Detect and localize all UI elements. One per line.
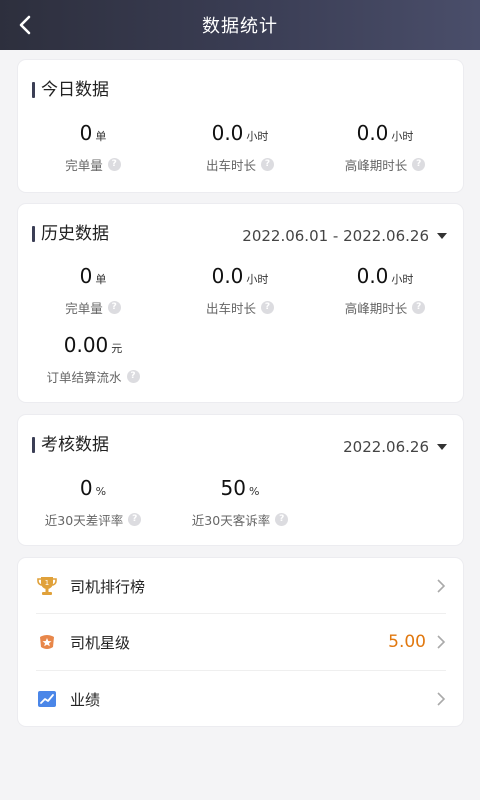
chevron-right-icon bbox=[437, 579, 446, 593]
stat-label: 出车时长 bbox=[205, 301, 256, 316]
date-range-text: 2022.06.01 - 2022.06.26 bbox=[242, 227, 429, 245]
today-stat-drive-time: 0.0 小时 出车时长? bbox=[170, 121, 310, 174]
star-level-value: 5.00 bbox=[388, 632, 426, 652]
stat-unit: % bbox=[95, 485, 107, 498]
history-stat-peak-time: 0.0 小时 高峰期时长? bbox=[315, 264, 455, 317]
menu-item-label: 司机排行榜 bbox=[70, 577, 146, 596]
stat-label: 完单量 bbox=[65, 158, 103, 173]
stat-label-row: 近30天差评率? bbox=[23, 510, 163, 529]
stat-label: 高峰期时长 bbox=[344, 301, 408, 316]
stat-unit: 小时 bbox=[391, 130, 414, 143]
menu-list-card: 1 司机排行榜 司机星级 5.00 业绩 bbox=[18, 558, 463, 726]
stat-number: 0 bbox=[79, 121, 93, 145]
stat-value: 0单 bbox=[23, 121, 163, 149]
today-stat-peak-time: 0.0 小时 高峰期时长? bbox=[315, 121, 455, 174]
history-stat-revenue: 0.00 元 订单结算流水? bbox=[23, 333, 163, 386]
assessment-card-title: 考核数据 bbox=[32, 435, 109, 455]
history-stat-drive-time: 0.0 小时 出车时长? bbox=[170, 264, 310, 317]
svg-text:1: 1 bbox=[45, 579, 49, 587]
stat-unit: 元 bbox=[111, 342, 123, 355]
stat-label: 订单结算流水 bbox=[46, 370, 122, 385]
stat-label: 近30天差评率 bbox=[44, 513, 124, 528]
assessment-date-picker[interactable]: 2022.06.26 bbox=[343, 437, 447, 457]
stat-number: 0 bbox=[79, 264, 93, 288]
menu-item-driver-star-level[interactable]: 司机星级 5.00 bbox=[36, 614, 446, 670]
stat-unit: 单 bbox=[95, 273, 107, 286]
stat-label: 高峰期时长 bbox=[344, 158, 408, 173]
trend-chart-icon bbox=[36, 688, 58, 710]
stat-value: 0.0 小时 bbox=[170, 121, 310, 149]
nav-bar: 数据统计 bbox=[0, 0, 480, 50]
today-card-header: 今日数据 bbox=[18, 60, 463, 120]
stat-value: 0.0 小时 bbox=[315, 264, 455, 292]
stat-value: 0单 bbox=[23, 264, 163, 292]
stat-value: 50% bbox=[170, 476, 310, 504]
assessment-stat-bad-review-rate: 0% 近30天差评率? bbox=[23, 476, 163, 529]
assessment-stat-complaint-rate: 50% 近30天客诉率? bbox=[170, 476, 310, 529]
back-arrow-icon bbox=[19, 15, 31, 35]
chevron-right-icon bbox=[437, 692, 446, 706]
stat-unit: 单 bbox=[95, 130, 107, 143]
history-date-range-picker[interactable]: 2022.06.01 - 2022.06.26 bbox=[242, 226, 447, 246]
help-icon[interactable]: ? bbox=[261, 301, 274, 314]
help-icon[interactable]: ? bbox=[107, 301, 121, 314]
chevron-right-icon bbox=[437, 635, 446, 649]
stat-label: 近30天客诉率 bbox=[191, 513, 271, 528]
stat-number: 0.0 bbox=[356, 264, 389, 288]
stat-unit: 小时 bbox=[391, 273, 414, 286]
stat-value: 0% bbox=[23, 476, 163, 504]
stat-number: 0.0 bbox=[211, 264, 244, 288]
help-icon[interactable]: ? bbox=[412, 158, 426, 171]
help-icon[interactable]: ? bbox=[126, 370, 140, 383]
stat-unit: % bbox=[249, 485, 260, 498]
help-icon[interactable]: ? bbox=[128, 513, 142, 526]
help-icon[interactable]: ? bbox=[412, 301, 426, 314]
stat-unit: 小时 bbox=[246, 130, 269, 143]
stat-number: 50 bbox=[220, 476, 246, 500]
stat-label: 完单量 bbox=[65, 301, 103, 316]
page-title: 数据统计 bbox=[202, 16, 278, 37]
help-icon[interactable]: ? bbox=[261, 158, 274, 171]
assessment-data-card: 考核数据 2022.06.26 0% 近30天差评率? 50% 近30天客诉率? bbox=[18, 415, 463, 545]
menu-item-performance[interactable]: 业绩 bbox=[36, 671, 446, 727]
star-badge-icon bbox=[36, 631, 58, 653]
help-icon[interactable]: ? bbox=[107, 158, 121, 171]
stat-unit: 小时 bbox=[246, 273, 269, 286]
today-data-card: 今日数据 0单 完单量? 0.0 小时 出车时长? 0.0 小时 高峰期时长? bbox=[18, 60, 463, 192]
caret-down-icon bbox=[437, 233, 447, 239]
stat-value: 0.0 小时 bbox=[170, 264, 310, 292]
date-text: 2022.06.26 bbox=[343, 438, 429, 456]
stat-label: 出车时长 bbox=[205, 158, 256, 173]
menu-item-label: 业绩 bbox=[70, 690, 101, 709]
history-stat-orders: 0单 完单量? bbox=[23, 264, 163, 317]
back-button[interactable] bbox=[10, 10, 40, 40]
stat-value: 0.0 小时 bbox=[315, 121, 455, 149]
stat-number: 0.0 bbox=[211, 121, 244, 145]
stat-label-row: 出车时长? bbox=[170, 298, 310, 317]
history-card-title: 历史数据 bbox=[32, 224, 109, 244]
today-stat-orders: 0单 完单量? bbox=[23, 121, 163, 174]
assessment-card-header: 考核数据 2022.06.26 bbox=[18, 415, 463, 475]
stat-label-row: 高峰期时长? bbox=[315, 155, 455, 174]
stat-label-row: 高峰期时长? bbox=[315, 298, 455, 317]
stat-value: 0.00 元 bbox=[23, 333, 163, 361]
stat-number: 0.0 bbox=[356, 121, 389, 145]
history-data-card: 历史数据 2022.06.01 - 2022.06.26 0单 完单量? 0.0… bbox=[18, 204, 463, 402]
stat-label-row: 完单量? bbox=[23, 155, 163, 174]
stat-label-row: 近30天客诉率? bbox=[170, 510, 310, 529]
menu-item-driver-ranking[interactable]: 1 司机排行榜 bbox=[36, 558, 446, 614]
help-icon[interactable]: ? bbox=[275, 513, 289, 526]
stat-label-row: 完单量? bbox=[23, 298, 163, 317]
stat-label-row: 出车时长? bbox=[170, 155, 310, 174]
menu-item-label: 司机星级 bbox=[70, 633, 131, 652]
stat-label-row: 订单结算流水? bbox=[23, 367, 163, 386]
stat-number: 0 bbox=[79, 476, 93, 500]
stat-number: 0.00 bbox=[63, 333, 109, 357]
today-card-title: 今日数据 bbox=[32, 80, 109, 100]
history-card-header: 历史数据 2022.06.01 - 2022.06.26 bbox=[18, 204, 463, 264]
trophy-icon: 1 bbox=[36, 575, 58, 597]
caret-down-icon bbox=[437, 444, 447, 450]
